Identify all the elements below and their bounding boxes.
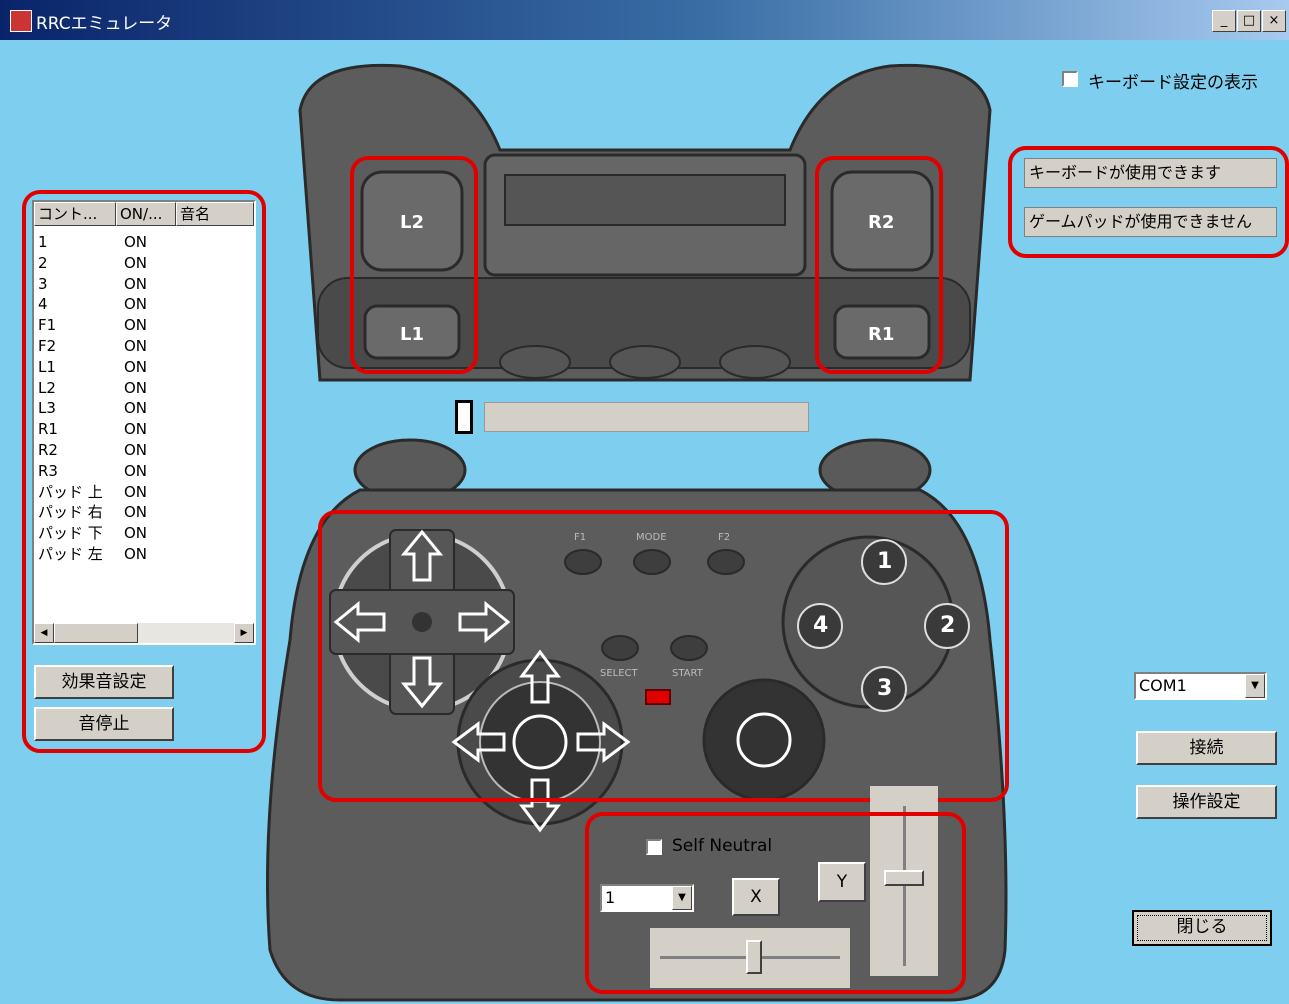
com-port-select[interactable]: COM1 ▼ <box>1134 672 1267 700</box>
left-shoulder-highlight <box>350 156 478 374</box>
right-shoulder-highlight <box>815 156 943 374</box>
com-port-value: COM1 <box>1139 676 1187 695</box>
chevron-down-icon[interactable]: ▼ <box>1245 674 1265 698</box>
control-settings-button[interactable]: 操作設定 <box>1136 785 1277 819</box>
battery-icon <box>455 400 473 434</box>
battery-level-bar <box>484 402 809 432</box>
close-button[interactable]: 閉じる <box>1132 910 1272 946</box>
analog-panel-highlight <box>585 812 966 994</box>
connect-button[interactable]: 接続 <box>1136 731 1277 765</box>
controller-buttons-highlight <box>318 510 1009 802</box>
